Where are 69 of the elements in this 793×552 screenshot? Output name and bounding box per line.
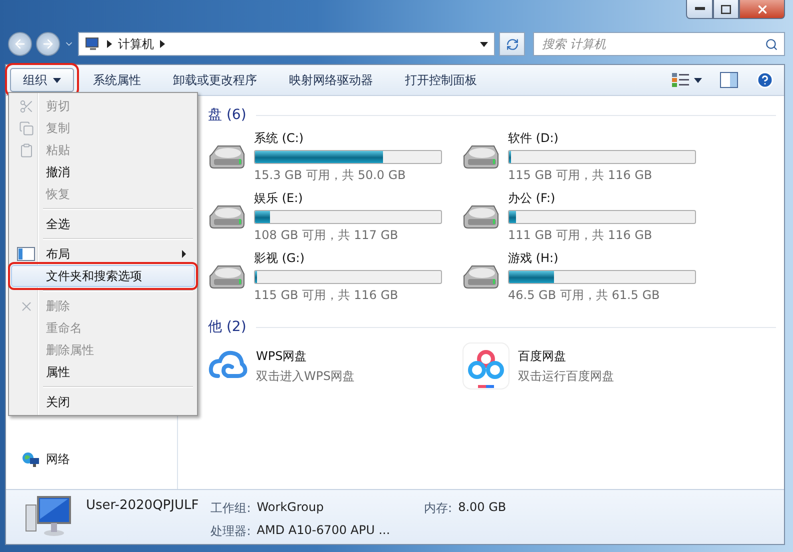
drive-space: 15.3 GB 可用，共 50.0 GB [254,167,407,184]
toolbar-button[interactable]: 打开控制面板 [392,68,490,92]
cloud-app-icon [462,342,510,390]
maximize-button[interactable] [713,0,739,19]
app-name[interactable]: 百度网盘 [518,348,614,364]
search-input[interactable]: 搜索 计算机 [540,36,765,52]
drive-name[interactable]: 系统 (C:) [254,130,442,147]
computer-icon [85,37,101,51]
drive-space: 46.5 GB 可用，共 61.5 GB [508,287,661,304]
app-description: 双击进入WPS网盘 [256,368,355,384]
drive-space: 115 GB 可用，共 116 GB [508,167,654,184]
submenu-arrow-icon [182,250,186,258]
section-header[interactable]: 他 (2) [208,318,246,336]
detail-value: WorkGroup [256,500,325,516]
detail-label: 处理器: [210,523,251,540]
view-list-icon [672,73,690,87]
dropdown-caret-icon[interactable] [480,42,488,46]
breadcrumb[interactable]: 计算机 [118,36,154,52]
section-header[interactable]: 盘 (6) [208,106,246,124]
network-icon [22,452,40,468]
drive-name[interactable]: 游戏 (H:) [508,250,696,267]
detail-label: 内存: [424,500,452,517]
minimize-icon [694,7,704,11]
drive-name[interactable]: 影视 (G:) [254,250,442,267]
search-field[interactable]: 搜索 计算机 [533,32,785,56]
toolbar-button[interactable]: 系统属性 [80,68,154,92]
menu-item[interactable]: 属性 [11,361,195,383]
detail-label: 工作组: [210,500,251,517]
menu-item[interactable]: 全选 [11,213,195,235]
address-bar[interactable]: 计算机 [78,32,495,56]
caret-icon [694,78,702,82]
menu-item[interactable]: 文件夹和搜索选项 [11,265,195,287]
chevron-icon[interactable] [160,40,165,48]
forward-button[interactable] [36,32,60,56]
detail-value: 8.00 GB [458,500,506,516]
caret-icon [53,78,61,82]
drive-name[interactable]: 娱乐 (E:) [254,190,442,207]
toolbar-button[interactable]: 卸载或更改程序 [160,68,270,92]
minimize-button[interactable] [686,0,713,19]
search-icon [765,38,778,50]
chevron-icon[interactable] [107,40,112,48]
menu-item[interactable]: 布局 [11,243,195,265]
menu-item[interactable]: 撤消 [11,161,195,183]
drive-name[interactable]: 软件 (D:) [508,130,696,147]
drive-space: 108 GB 可用，共 117 GB [254,227,400,244]
clipboard-icon [18,142,34,158]
menu-item[interactable]: 关闭 [11,391,195,413]
computer-name: User-2020QPJULF [86,498,199,513]
close-icon [756,2,768,16]
back-button[interactable] [8,32,32,56]
layout-icon [17,247,35,261]
detail-value: AMD A10-6700 APU ... [256,523,390,539]
nav-item[interactable]: 网络 [22,451,177,468]
drive-space: 111 GB 可用，共 116 GB [508,227,654,244]
maximize-icon [721,4,731,14]
scissors-icon [18,98,34,114]
close-button[interactable] [739,0,785,19]
forward-arrow-icon [41,37,55,51]
app-description: 双击运行百度网盘 [518,368,614,384]
drive-name[interactable]: 办公 (F:) [508,190,696,207]
computer-icon [24,495,74,539]
copy-icon [18,120,34,136]
help-icon [756,71,774,89]
toolbar-button[interactable]: 映射网络驱动器 [276,68,386,92]
refresh-icon [506,38,518,50]
drive-space: 115 GB 可用，共 116 GB [254,287,400,304]
refresh-button[interactable] [499,32,525,56]
app-name[interactable]: WPS网盘 [256,348,355,364]
preview-pane-icon [720,72,738,88]
